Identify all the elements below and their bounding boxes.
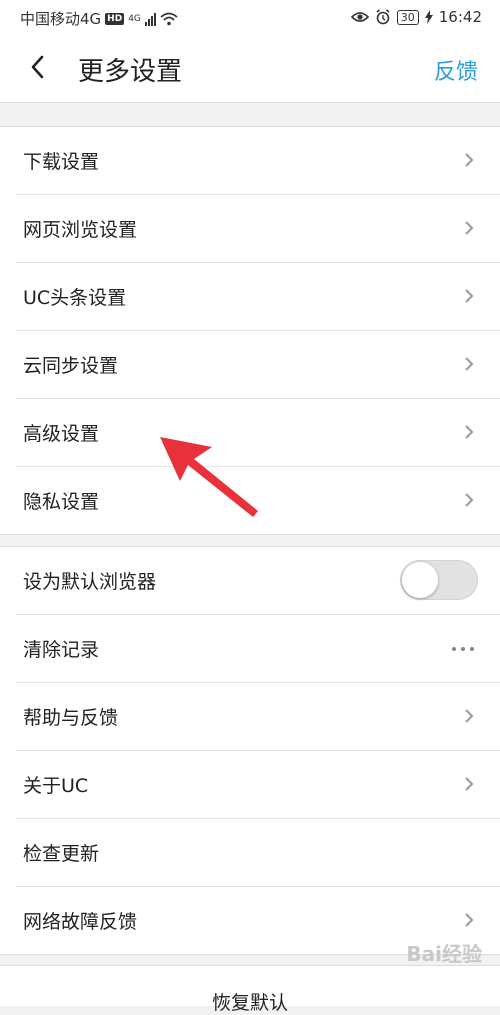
- chevron-right-icon: [465, 221, 474, 235]
- battery-icon: 30: [396, 9, 419, 25]
- eye-icon: [350, 12, 369, 22]
- wifi-icon: [160, 12, 178, 25]
- setting-item-clear-records[interactable]: 清除记录: [16, 615, 500, 683]
- setting-item-label: UC头条设置: [23, 287, 127, 309]
- setting-item-uc-headlines[interactable]: UC头条设置: [16, 263, 500, 331]
- setting-item-label: 网页浏览设置: [23, 219, 138, 241]
- chevron-right-icon: [465, 289, 474, 303]
- charging-icon: [424, 10, 433, 24]
- setting-item-label: 检查更新: [23, 843, 100, 865]
- hd-icon: HD: [105, 12, 125, 25]
- setting-item-label: 设为默认浏览器: [23, 571, 157, 593]
- clock-time: 16:42: [438, 8, 482, 26]
- setting-item-label: 云同步设置: [23, 355, 119, 377]
- chevron-right-icon: [465, 153, 474, 167]
- setting-item-default-browser: 设为默认浏览器: [16, 547, 500, 615]
- setting-item-about-uc[interactable]: 关于UC: [16, 751, 500, 819]
- setting-item-advanced[interactable]: 高级设置: [16, 399, 500, 467]
- carrier-label: 中国移动4G: [20, 10, 102, 28]
- feedback-link[interactable]: 反馈: [434, 54, 478, 86]
- setting-item-label: 高级设置: [23, 423, 100, 445]
- chevron-right-icon: [465, 913, 474, 927]
- setting-item-cloud-sync[interactable]: 云同步设置: [16, 331, 500, 399]
- setting-item-label: 下载设置: [23, 151, 100, 173]
- setting-item-label: 网络故障反馈: [23, 911, 138, 933]
- chevron-right-icon: [465, 777, 474, 791]
- chevron-right-icon: [465, 425, 474, 439]
- setting-item-label: 关于UC: [23, 775, 89, 797]
- chevron-right-icon: [465, 357, 474, 371]
- setting-item-label: 清除记录: [23, 639, 100, 661]
- setting-item-privacy[interactable]: 隐私设置: [16, 467, 500, 534]
- back-arrow-icon[interactable]: [24, 52, 54, 82]
- setting-item-label: 帮助与反馈: [23, 707, 119, 729]
- setting-item-check-update[interactable]: 检查更新: [16, 819, 500, 887]
- alarm-icon: [376, 9, 390, 25]
- restore-defaults-label: 恢复默认: [211, 992, 288, 1014]
- status-bar: 中国移动4G HD 4G 30 16:42: [0, 0, 500, 34]
- chevron-right-icon: [465, 493, 474, 507]
- default-browser-toggle[interactable]: [400, 560, 478, 600]
- app-header: 更多设置 反馈: [0, 34, 500, 103]
- network-type-icon: 4G: [128, 13, 141, 24]
- watermark-logo: Bai经验: [406, 942, 482, 966]
- page-title: 更多设置: [78, 57, 183, 87]
- setting-item-label: 隐私设置: [23, 491, 100, 513]
- setting-item-download[interactable]: 下载设置: [16, 127, 500, 195]
- setting-item-web-browsing[interactable]: 网页浏览设置: [16, 195, 500, 263]
- signal-icon: [144, 12, 156, 26]
- setting-item-help-feedback[interactable]: 帮助与反馈: [16, 683, 500, 751]
- settings-group-primary: 下载设置 网页浏览设置 UC头条设置 云同步设置 高级设置 隐私设置: [0, 126, 500, 535]
- chevron-right-icon: [465, 709, 474, 723]
- toggle-knob: [402, 562, 438, 598]
- more-options-icon[interactable]: [452, 647, 474, 651]
- settings-group-secondary: 设为默认浏览器 清除记录 帮助与反馈 关于UC 检查更新 网络故障反馈: [0, 546, 500, 955]
